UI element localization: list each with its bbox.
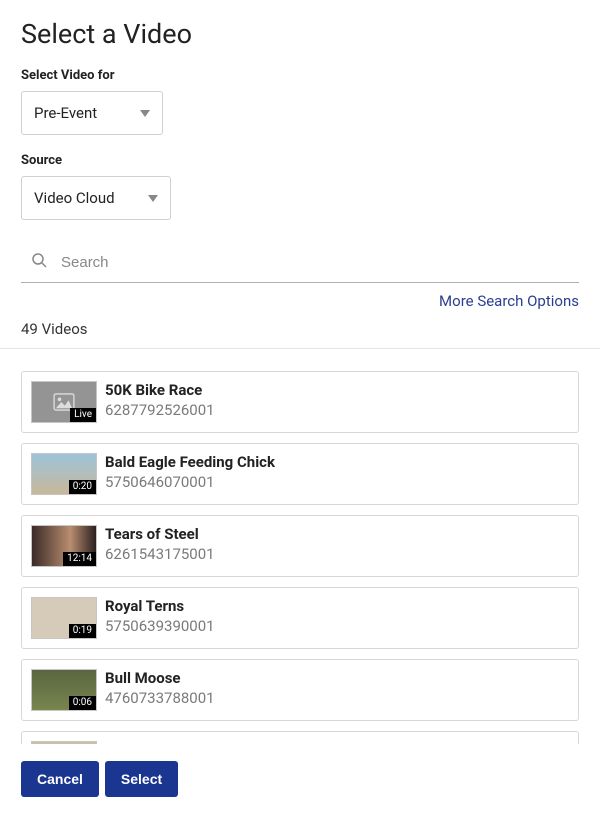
search-icon: [31, 252, 47, 272]
video-id: 4760733788001: [105, 689, 569, 709]
video-info: Royal Terns5750639390001: [105, 597, 569, 636]
chevron-down-icon: [140, 110, 150, 117]
modal-body: Select a Video Select Video for Pre-Even…: [0, 0, 600, 744]
video-info: 50K Bike Race6287792526001: [105, 381, 569, 420]
video-thumbnail: Live: [31, 381, 97, 423]
video-info: Bull Moose4760733788001: [105, 669, 569, 708]
more-options-row: More Search Options: [21, 291, 579, 310]
video-id: 6287792526001: [105, 401, 569, 421]
chevron-down-icon: [148, 195, 158, 202]
duration-badge: 0:20: [69, 480, 96, 494]
modal-footer: Cancel Select: [0, 744, 600, 821]
search-input[interactable]: [61, 254, 579, 271]
video-thumbnail: 12:14: [31, 525, 97, 567]
video-item[interactable]: 0:19 Royal Terns5750639390001: [21, 587, 579, 649]
video-info: Tears of Steel6261543175001: [105, 525, 569, 564]
video-thumbnail: 0:11: [31, 741, 97, 744]
video-count: 49 Videos: [21, 320, 579, 338]
video-thumbnail: 0:19: [31, 597, 97, 639]
cancel-button[interactable]: Cancel: [21, 761, 99, 797]
video-title: Bald Eagle Feeding Chick: [105, 453, 569, 473]
field-select-video-for: Select Video for Pre-Event: [21, 68, 579, 135]
video-item[interactable]: Live 50K Bike Race6287792526001: [21, 371, 579, 433]
more-search-options-link[interactable]: More Search Options: [439, 292, 579, 310]
page-title: Select a Video: [21, 18, 579, 50]
video-thumbnail: 0:20: [31, 453, 97, 495]
select-button[interactable]: Select: [105, 761, 178, 797]
duration-badge: 12:14: [63, 552, 96, 566]
video-title: 50K Bike Race: [105, 381, 569, 401]
duration-badge: 0:19: [69, 624, 96, 638]
dropdown-value: Pre-Event: [34, 104, 134, 122]
label-source: Source: [21, 153, 579, 168]
dropdown-source[interactable]: Video Cloud: [21, 176, 171, 220]
dropdown-value: Video Cloud: [34, 189, 142, 207]
video-info: Bald Eagle Feeding Chick5750646070001: [105, 453, 569, 492]
select-video-modal: Select a Video Select Video for Pre-Even…: [0, 0, 600, 821]
video-title: Tears of Steel: [105, 525, 569, 545]
live-badge: Live: [70, 408, 96, 422]
search-row: [21, 244, 579, 283]
video-list[interactable]: Live 50K Bike Race6287792526001 0:20 Bald E…: [0, 348, 600, 744]
video-title: Bull Moose: [105, 669, 569, 689]
dropdown-select-video-for[interactable]: Pre-Event: [21, 91, 163, 135]
video-title: Royal Terns: [105, 597, 569, 617]
video-item[interactable]: 12:14 Tears of Steel6261543175001: [21, 515, 579, 577]
video-id: 6261543175001: [105, 545, 569, 565]
video-id: 5750646070001: [105, 473, 569, 493]
video-id: 5750639390001: [105, 617, 569, 637]
label-select-video-for: Select Video for: [21, 68, 579, 83]
duration-badge: 0:06: [69, 696, 96, 710]
field-source: Source Video Cloud: [21, 153, 579, 220]
video-item[interactable]: 0:20 Bald Eagle Feeding Chick575064607000…: [21, 443, 579, 505]
video-thumbnail: 0:06: [31, 669, 97, 711]
video-item[interactable]: 0:11Oystercatcher3531344709001: [21, 731, 579, 744]
video-item[interactable]: 0:06 Bull Moose4760733788001: [21, 659, 579, 721]
